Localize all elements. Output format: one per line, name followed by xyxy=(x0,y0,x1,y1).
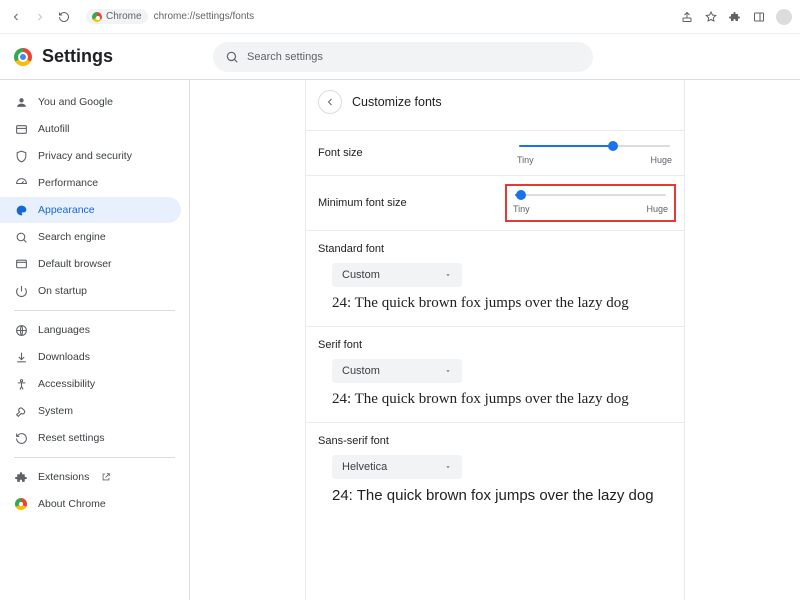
chrome-icon xyxy=(14,497,28,511)
page-title: Settings xyxy=(42,46,113,67)
shield-icon xyxy=(14,149,28,163)
settings-panel: Customize fonts Font size Tiny Huge xyxy=(305,80,685,600)
autofill-icon xyxy=(14,122,28,136)
omnibox[interactable]: Chrome chrome://settings/fonts xyxy=(86,9,254,24)
sidebar-item-label: Performance xyxy=(38,177,98,189)
sidebar-item-label: Extensions xyxy=(38,471,89,483)
select-value: Helvetica xyxy=(342,461,387,473)
panel-icon[interactable] xyxy=(752,10,766,24)
toolbar-right-icons xyxy=(680,9,792,25)
panel-title: Customize fonts xyxy=(352,95,442,109)
share-icon[interactable] xyxy=(680,10,694,24)
sans-font-select[interactable]: Helvetica xyxy=(332,455,462,479)
puzzle-icon xyxy=(14,470,28,484)
sidebar-item-performance[interactable]: Performance xyxy=(0,170,181,196)
reset-icon xyxy=(14,431,28,445)
standard-font-sample: 24: The quick brown fox jumps over the l… xyxy=(332,295,672,312)
sidebar-item-label: You and Google xyxy=(38,96,113,108)
extensions-icon[interactable] xyxy=(728,10,742,24)
page-header: Settings Search settings xyxy=(0,34,800,80)
sidebar-item-label: Downloads xyxy=(38,351,90,363)
sidebar-item-appearance[interactable]: Appearance xyxy=(0,197,181,223)
standard-font-label: Standard font xyxy=(318,243,672,255)
sidebar-item-autofill[interactable]: Autofill xyxy=(0,116,181,142)
sidebar-item-you-and-google[interactable]: You and Google xyxy=(0,89,181,115)
sidebar-item-label: Appearance xyxy=(38,204,95,216)
slider-max-label: Huge xyxy=(650,155,672,165)
download-icon xyxy=(14,350,28,364)
external-link-icon xyxy=(101,472,111,482)
profile-avatar[interactable] xyxy=(776,9,792,25)
sidebar-item-about[interactable]: About Chrome xyxy=(0,491,181,517)
min-font-size-slider[interactable]: Tiny Huge xyxy=(513,190,668,214)
back-button[interactable] xyxy=(318,90,342,114)
url-host: Chrome xyxy=(106,11,142,22)
sidebar-item-label: System xyxy=(38,405,73,417)
url-path: chrome://settings/fonts xyxy=(154,11,255,22)
search-icon xyxy=(14,230,28,244)
highlight-annotation: Tiny Huge xyxy=(505,184,676,222)
star-icon[interactable] xyxy=(704,10,718,24)
sidebar-item-label: Default browser xyxy=(38,258,112,270)
slider-max-label: Huge xyxy=(646,204,668,214)
standard-font-select[interactable]: Custom xyxy=(332,263,462,287)
sans-font-sample: 24: The quick brown fox jumps over the l… xyxy=(332,487,672,504)
sidebar-item-default-browser[interactable]: Default browser xyxy=(0,251,181,277)
select-value: Custom xyxy=(342,269,380,281)
sidebar-item-label: Accessibility xyxy=(38,378,95,390)
power-icon xyxy=(14,284,28,298)
sidebar-item-privacy[interactable]: Privacy and security xyxy=(0,143,181,169)
search-icon xyxy=(225,50,239,64)
sidebar-item-reset[interactable]: Reset settings xyxy=(0,425,181,451)
slider-min-label: Tiny xyxy=(513,204,530,214)
chrome-logo-icon xyxy=(14,48,32,66)
person-icon xyxy=(14,95,28,109)
sidebar-item-label: About Chrome xyxy=(38,498,106,510)
sidebar-item-languages[interactable]: Languages xyxy=(0,317,181,343)
sidebar-item-label: Autofill xyxy=(38,123,70,135)
sidebar: You and Google Autofill Privacy and secu… xyxy=(0,80,190,600)
sidebar-item-downloads[interactable]: Downloads xyxy=(0,344,181,370)
font-size-slider[interactable]: Tiny Huge xyxy=(517,141,672,165)
min-font-size-label: Minimum font size xyxy=(318,197,407,209)
sidebar-item-label: On startup xyxy=(38,285,87,297)
serif-font-label: Serif font xyxy=(318,339,672,351)
sidebar-item-system[interactable]: System xyxy=(0,398,181,424)
divider xyxy=(14,310,175,311)
speedometer-icon xyxy=(14,176,28,190)
sidebar-item-search-engine[interactable]: Search engine xyxy=(0,224,181,250)
wrench-icon xyxy=(14,404,28,418)
chevron-down-icon xyxy=(444,367,452,375)
serif-font-select[interactable]: Custom xyxy=(332,359,462,383)
slider-min-label: Tiny xyxy=(517,155,534,165)
sidebar-item-label: Reset settings xyxy=(38,432,105,444)
search-input[interactable]: Search settings xyxy=(213,42,593,72)
sidebar-item-accessibility[interactable]: Accessibility xyxy=(0,371,181,397)
browser-toolbar: Chrome chrome://settings/fonts xyxy=(0,0,800,34)
palette-icon xyxy=(14,203,28,217)
back-nav-icon[interactable] xyxy=(8,9,24,25)
globe-icon xyxy=(14,323,28,337)
reload-icon[interactable] xyxy=(56,9,72,25)
arrow-left-icon xyxy=(324,96,336,108)
browser-icon xyxy=(14,257,28,271)
serif-font-sample: 24: The quick brown fox jumps over the l… xyxy=(332,391,672,408)
sidebar-item-label: Languages xyxy=(38,324,90,336)
sidebar-item-extensions[interactable]: Extensions xyxy=(0,464,181,490)
accessibility-icon xyxy=(14,377,28,391)
select-value: Custom xyxy=(342,365,380,377)
sidebar-item-label: Privacy and security xyxy=(38,150,132,162)
sidebar-item-on-startup[interactable]: On startup xyxy=(0,278,181,304)
sans-font-label: Sans-serif font xyxy=(318,435,672,447)
search-placeholder: Search settings xyxy=(247,51,323,63)
divider xyxy=(14,457,175,458)
chevron-down-icon xyxy=(444,271,452,279)
chevron-down-icon xyxy=(444,463,452,471)
font-size-label: Font size xyxy=(318,147,363,159)
forward-nav-icon[interactable] xyxy=(32,9,48,25)
sidebar-item-label: Search engine xyxy=(38,231,106,243)
